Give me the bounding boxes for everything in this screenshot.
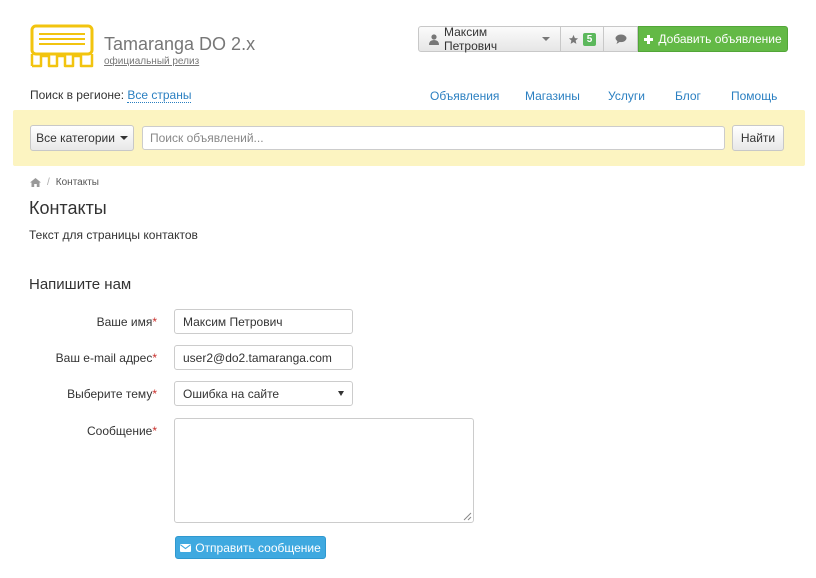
select-arrow-icon (338, 391, 344, 396)
nav-help[interactable]: Помощь (731, 89, 777, 103)
nav-shops[interactable]: Магазины (525, 89, 580, 103)
tamaranga-logo[interactable] (29, 24, 95, 68)
user-icon (429, 33, 439, 45)
required-mark: * (152, 351, 157, 365)
user-menu-button[interactable]: Максим Петрович (418, 25, 561, 53)
topic-select[interactable]: Ошибка на сайте (174, 381, 353, 406)
envelope-icon (180, 543, 192, 552)
email-label: Ваш e-mail адрес* (55, 351, 157, 365)
send-message-button[interactable]: Отправить сообщение (175, 536, 326, 559)
message-textarea[interactable] (174, 418, 474, 523)
search-button[interactable]: Найти (732, 125, 784, 151)
name-label: Ваше имя* (96, 315, 157, 329)
add-listing-label: Добавить объявление (658, 32, 782, 46)
topic-selected-value: Ошибка на сайте (183, 386, 280, 401)
breadcrumb: / Контакты (30, 177, 99, 188)
required-mark: * (152, 315, 157, 329)
chevron-down-icon (542, 37, 550, 41)
breadcrumb-separator: / (47, 177, 50, 188)
required-mark: * (152, 424, 157, 438)
search-bar: Все категории Найти (13, 110, 805, 166)
page-title: Контакты (29, 198, 107, 218)
email-field[interactable] (174, 345, 353, 370)
nav-blog[interactable]: Блог (675, 89, 701, 103)
page-text: Текст для страницы контактов (29, 228, 198, 242)
required-mark: * (152, 387, 157, 401)
brand-subtitle[interactable]: официальный релиз (104, 56, 255, 68)
category-label: Все категории (36, 131, 115, 145)
favorites-count-badge: 5 (582, 32, 597, 46)
nav-services[interactable]: Услуги (608, 89, 645, 103)
nav-listings[interactable]: Объявления (430, 89, 499, 103)
form-title: Напишите нам (29, 276, 132, 293)
send-message-label: Отправить сообщение (195, 540, 321, 555)
user-bar: Максим Петрович 5 Добавить объявление (418, 25, 788, 53)
star-icon (568, 34, 579, 45)
comment-icon (615, 34, 627, 44)
user-name: Максим Петрович (444, 25, 498, 53)
home-icon[interactable] (30, 178, 41, 187)
breadcrumb-current: Контакты (55, 177, 99, 188)
plus-icon (644, 34, 654, 44)
brand[interactable]: Tamaranga DO 2.x официальный релиз (104, 34, 255, 68)
chevron-down-icon (119, 136, 128, 140)
resize-grip-icon[interactable] (463, 512, 472, 521)
brand-title: Tamaranga DO 2.x (104, 34, 256, 54)
search-input[interactable] (142, 126, 725, 150)
messages-button[interactable] (604, 26, 638, 52)
add-listing-button[interactable]: Добавить объявление (638, 26, 788, 52)
category-dropdown-button[interactable]: Все категории (30, 125, 134, 151)
favorites-button[interactable]: 5 (561, 26, 604, 52)
main-nav: Объявления Магазины Услуги Блог Помощь (0, 89, 816, 105)
topic-label: Выберите тему* (67, 387, 157, 401)
message-label: Сообщение* (87, 424, 157, 438)
name-field[interactable] (174, 309, 353, 334)
